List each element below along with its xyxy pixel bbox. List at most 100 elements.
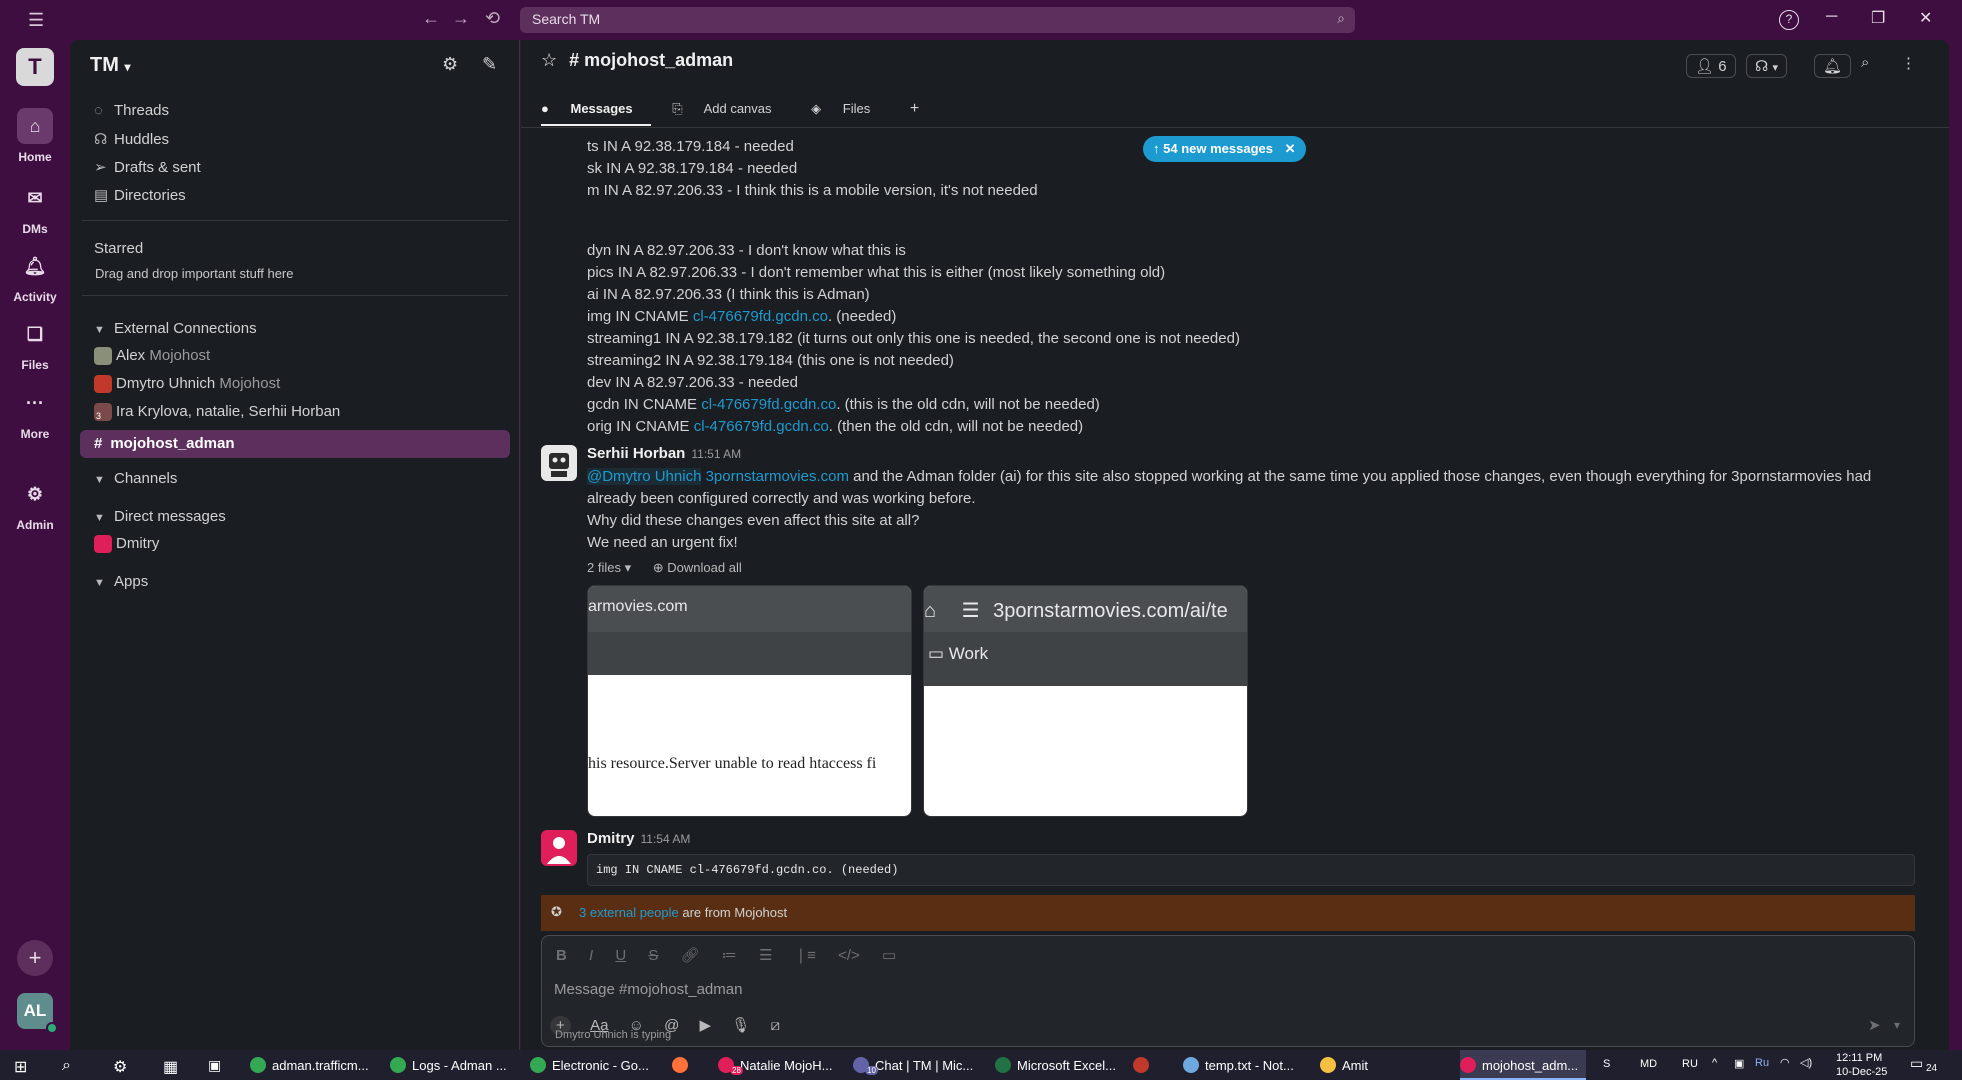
close-icon[interactable]: ✕: [1285, 141, 1296, 156]
video-icon[interactable]: ▶: [700, 1017, 712, 1034]
search-bar[interactable]: Search TM ⌕: [520, 7, 1355, 33]
sidebar-item-huddles[interactable]: ☊ Huddles: [94, 130, 169, 148]
mic-icon[interactable]: 🎙︎: [731, 1017, 750, 1034]
channels-section[interactable]: ▼ Channels: [94, 470, 177, 487]
workspace-switcher[interactable]: T: [16, 48, 54, 86]
send-options-icon[interactable]: ▾: [1894, 1018, 1900, 1032]
site-link[interactable]: 3pornstarmovies.com: [706, 468, 849, 485]
notifications-button[interactable]: 🔔︎: [1814, 54, 1852, 78]
calculator-icon[interactable]: ▦: [163, 1050, 178, 1080]
apps-section[interactable]: ▼ Apps: [94, 573, 148, 590]
slash-command-icon[interactable]: ⧄: [770, 1017, 780, 1034]
italic-icon[interactable]: I: [589, 947, 593, 964]
sidebar-item-drafts[interactable]: ➢ Drafts & sent: [94, 158, 201, 176]
taskbar-app[interactable]: temp.txt - Not...: [1183, 1050, 1313, 1080]
message-author[interactable]: Serhii Horban 11:51 AM: [587, 445, 741, 462]
chevron-up-icon[interactable]: ^: [1712, 1057, 1717, 1069]
new-messages-pill[interactable]: ↑ 54 new messages ✕: [1143, 136, 1306, 162]
avatar[interactable]: [541, 830, 577, 866]
rail-admin[interactable]: ⚙ Admin: [0, 476, 70, 533]
cdn-link[interactable]: cl-476679fd.gcdn.co: [694, 418, 829, 435]
settings-icon[interactable]: ⚙: [442, 54, 458, 75]
cdn-link[interactable]: cl-476679fd.gcdn.co: [693, 308, 828, 325]
members-button[interactable]: 👤︎ 6: [1686, 54, 1736, 78]
taskbar-app[interactable]: Natalie MojoH...: [718, 1050, 843, 1080]
dm-item-alex[interactable]: Alex Mojohost: [94, 347, 210, 366]
rail-more[interactable]: ··· More: [0, 385, 70, 442]
rail-dms[interactable]: ✉ DMs: [0, 180, 70, 237]
camera-icon[interactable]: ▣: [1734, 1057, 1744, 1070]
tab-messages[interactable]: ● Messages: [541, 101, 651, 126]
taskbar-app[interactable]: Amit: [1320, 1050, 1440, 1080]
taskbar-app[interactable]: Chat | TM | Mic...: [853, 1050, 983, 1080]
external-connections-section[interactable]: ▼ External Connections: [94, 320, 257, 337]
cdn-link[interactable]: cl-476679fd.gcdn.co: [701, 396, 836, 413]
file-thumbnail[interactable]: ⌂ ☰ 3pornstarmovies.com/ai/te ▭ Work: [923, 585, 1248, 817]
taskbar-app[interactable]: [672, 1050, 708, 1080]
add-workspace-button[interactable]: +: [17, 940, 53, 976]
settings-icon[interactable]: ⚙: [113, 1050, 127, 1080]
volume-icon[interactable]: ◁): [1800, 1056, 1812, 1069]
user-mention[interactable]: @Dmytro Uhnich: [587, 468, 702, 485]
taskbar-app[interactable]: mojohost_adm...: [1460, 1050, 1586, 1080]
dm-item-dmitry[interactable]: Dmitry: [94, 535, 159, 554]
send-icon[interactable]: ➤: [1868, 1016, 1881, 1034]
bold-icon[interactable]: B: [556, 947, 567, 964]
history-icon[interactable]: ⟲: [485, 8, 500, 29]
bullet-list-icon[interactable]: ☰: [759, 947, 772, 964]
compose-icon[interactable]: ✎: [482, 54, 497, 75]
avatar[interactable]: [541, 445, 577, 481]
tab-files[interactable]: ◈ Files: [811, 101, 888, 116]
channel-header[interactable]: ☆ # mojohost_adman: [541, 50, 733, 71]
close-icon[interactable]: ✕: [1919, 8, 1932, 28]
message-time[interactable]: 11:51 AM: [691, 447, 741, 461]
minimize-icon[interactable]: ─: [1826, 8, 1837, 26]
link-icon[interactable]: 🔗︎: [681, 947, 700, 964]
external-people-link[interactable]: 3 external people: [579, 905, 679, 920]
search-icon[interactable]: ⌕: [62, 1050, 71, 1080]
blockquote-icon[interactable]: ❘≡: [795, 947, 816, 964]
dm-item-dmytro[interactable]: Dmytro Uhnich Mojohost: [94, 375, 280, 394]
workspace-name[interactable]: TM ▾: [90, 54, 130, 77]
add-tab-icon[interactable]: +: [910, 100, 919, 117]
tray-time[interactable]: 12:11 PM: [1836, 1052, 1882, 1064]
star-icon[interactable]: ☆: [541, 50, 557, 70]
file-thumbnail[interactable]: armovies.com his resource.Server unable …: [587, 585, 912, 817]
taskbar-app[interactable]: Microsoft Excel...: [995, 1050, 1125, 1080]
code-icon[interactable]: </>: [838, 947, 860, 964]
windows-start-icon[interactable]: ⊞: [14, 1050, 27, 1080]
taskbar-app[interactable]: [1133, 1050, 1169, 1080]
tray-s[interactable]: S: [1603, 1058, 1610, 1070]
back-icon[interactable]: ←: [422, 8, 440, 29]
rail-home[interactable]: ⌂ Home: [0, 108, 70, 164]
taskbar-app[interactable]: Logs - Adman ...: [390, 1050, 520, 1080]
wifi-icon[interactable]: ◠: [1780, 1056, 1790, 1069]
rail-files[interactable]: ❏ Files: [0, 316, 70, 373]
starred-section[interactable]: Starred: [94, 240, 143, 257]
dm-item-group[interactable]: 3 Ira Krylova, natalie, Serhii Horban: [94, 403, 340, 422]
message-time[interactable]: 11:54 AM: [641, 832, 691, 846]
strikethrough-icon[interactable]: S: [648, 947, 658, 964]
restore-icon[interactable]: ❐: [1871, 8, 1885, 28]
code-block-icon[interactable]: ▭: [882, 947, 896, 964]
tray-date[interactable]: 10-Dec-25: [1836, 1066, 1887, 1078]
files-toggle[interactable]: 2 files ▾: [587, 560, 631, 575]
download-all-button[interactable]: ⊕ Download all: [653, 560, 742, 575]
underline-icon[interactable]: U: [615, 947, 626, 964]
ordered-list-icon[interactable]: ≔: [722, 947, 737, 964]
help-icon[interactable]: ?: [1779, 10, 1799, 30]
terminal-icon[interactable]: ▣: [208, 1050, 221, 1080]
sidebar-item-directories[interactable]: ▤ Directories: [94, 186, 186, 204]
tray-ru[interactable]: RU: [1682, 1058, 1698, 1070]
taskbar-app[interactable]: Electronic - Go...: [530, 1050, 660, 1080]
rail-activity[interactable]: 🔔︎ Activity: [0, 248, 70, 305]
sidebar-item-threads[interactable]: ◌ Threads: [94, 102, 169, 119]
direct-messages-section[interactable]: ▼ Direct messages: [94, 508, 226, 525]
huddle-button[interactable]: ☊ ▾: [1746, 54, 1788, 78]
taskbar-app[interactable]: adman.trafficm...: [250, 1050, 380, 1080]
notification-icon[interactable]: ▭: [1910, 1055, 1923, 1072]
forward-icon[interactable]: →: [452, 8, 470, 29]
tab-add-canvas[interactable]: ⎘ Add canvas: [672, 101, 789, 116]
channel-search-icon[interactable]: ⌕: [1861, 54, 1869, 71]
more-options-icon[interactable]: ⋮: [1901, 54, 1916, 72]
